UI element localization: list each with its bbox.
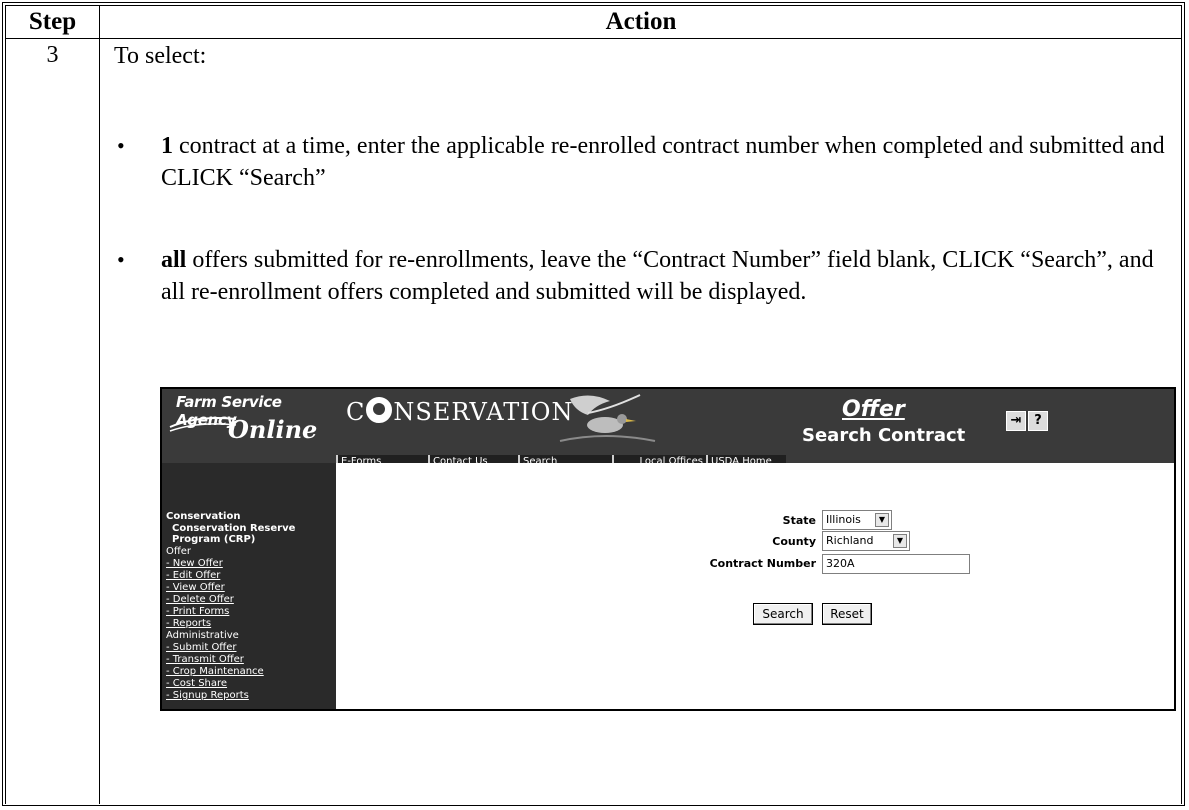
conservation-logo: C NSERVATION (346, 397, 573, 426)
chevron-down-icon: ▼ (875, 513, 889, 527)
sidebar-item-transmit-offer[interactable]: - Transmit Offer (166, 654, 244, 666)
sidebar-item-print-forms[interactable]: - Print Forms (166, 606, 229, 618)
bullet-2-bold: all (161, 247, 187, 273)
state-select[interactable]: Illinois ▼ (822, 510, 892, 530)
intro-text: To select: (114, 43, 207, 69)
state-label: State (782, 514, 816, 527)
sidebar-item-reports[interactable]: - Reports (166, 618, 211, 630)
county-select[interactable]: Richland ▼ (822, 531, 910, 551)
bullet-1-bold: 1 (161, 133, 173, 159)
contract-number-input[interactable]: 320A (822, 554, 970, 574)
sidebar-item-edit-offer[interactable]: - Edit Offer (166, 570, 220, 582)
duck-icon (559, 394, 656, 442)
app-sidebar: Conservation Conservation Reserve Progra… (162, 463, 336, 709)
app-banner: Farm Service Agency Online C NSERVATION O… (162, 389, 1174, 469)
page-title: Offer (842, 397, 905, 422)
contract-number-label: Contract Number (709, 557, 816, 570)
sidebar-group-offer: Offer (166, 546, 192, 557)
sidebar-group-administrative: Administrative (166, 630, 239, 641)
reset-button[interactable]: Reset (822, 603, 872, 625)
embedded-screenshot: Farm Service Agency Online C NSERVATION O… (160, 387, 1176, 711)
bullet-2-body: offers submitted for re-enrollments, lea… (161, 247, 1154, 305)
bullet-1-body: contract at a time, enter the applicable… (161, 133, 1165, 191)
bullet-2-text: all offers submitted for re-enrollments,… (161, 244, 1181, 308)
sidebar-item-submit-offer[interactable]: - Submit Offer (166, 642, 236, 654)
help-icon[interactable]: ? (1028, 411, 1048, 431)
step-number: 3 (46, 42, 59, 68)
sidebar-item-new-offer[interactable]: - New Offer (166, 558, 223, 570)
bullet-1-text: 1 contract at a time, enter the applicab… (161, 130, 1181, 194)
chevron-down-icon: ▼ (893, 534, 907, 548)
state-value: Illinois (826, 513, 861, 526)
sidebar-program-line2: Program (CRP) (172, 534, 256, 545)
bullet-2-glyph: • (117, 247, 125, 272)
sidebar-item-cost-share[interactable]: - Cost Share (166, 678, 227, 690)
column-divider (99, 5, 100, 804)
top-nav: E-Forms Contact Us Search Local Offices USDA… (336, 449, 786, 469)
brand-suffix: NSERVATION (393, 398, 574, 426)
header-step: Step (28, 8, 77, 35)
page-subtitle: Search Contract (802, 425, 966, 446)
sidebar-item-view-offer[interactable]: - View Offer (166, 582, 225, 594)
globe-icon (366, 397, 393, 423)
header-rule (5, 38, 1182, 39)
logo-line-2: Online (228, 415, 318, 444)
county-value: Richland (826, 534, 874, 547)
app-main: State Illinois ▼ County Richland ▼ Contr… (336, 463, 1174, 709)
search-button[interactable]: Search (753, 603, 813, 625)
sidebar-item-signup-reports[interactable]: - Signup Reports (166, 690, 249, 702)
county-label: County (772, 535, 816, 548)
fsa-logo[interactable]: Farm Service Agency Online (168, 393, 334, 451)
toolbar-icons: ⇥? (1006, 409, 1050, 431)
sidebar-section-title: Conservation (166, 511, 241, 522)
brand-prefix: C (346, 398, 366, 426)
sidebar-item-crop-maintenance[interactable]: - Crop Maintenance (166, 666, 264, 678)
bullet-1-glyph: • (117, 133, 125, 158)
header-action: Action (605, 8, 677, 35)
sidebar-item-delete-offer[interactable]: - Delete Offer (166, 594, 234, 606)
exit-icon[interactable]: ⇥ (1006, 411, 1026, 431)
